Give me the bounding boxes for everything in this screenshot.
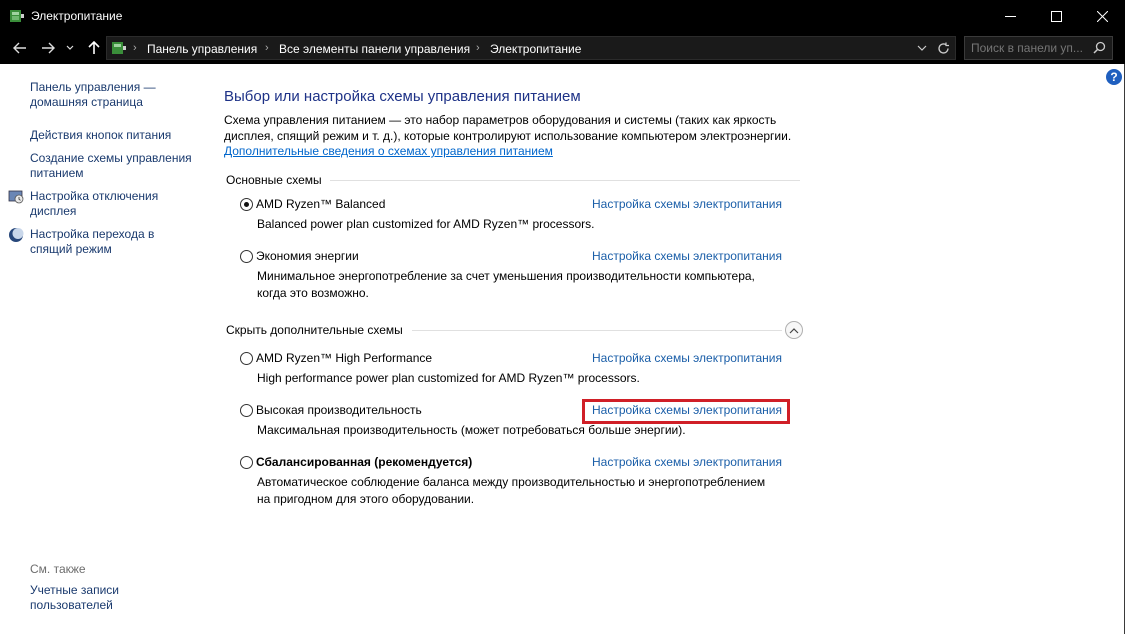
plan-radio-power-saver[interactable]: [240, 250, 253, 263]
up-button[interactable]: [84, 39, 104, 57]
chevron-up-icon: [789, 327, 799, 333]
arrow-left-icon: [13, 42, 26, 54]
close-icon: [1096, 10, 1108, 22]
sidebar-link-label: Настройка перехода в: [30, 227, 155, 241]
plan-radio-balanced-recommended[interactable]: [240, 456, 253, 469]
sidebar-link-label: Создание схемы управления: [30, 151, 192, 165]
refresh-icon[interactable]: [937, 42, 950, 55]
sidebar-link-label: пользователей: [30, 598, 113, 612]
section-primary-plans: Основные схемы: [226, 173, 322, 187]
section-divider: [330, 180, 800, 181]
breadcrumb-power-options[interactable]: Электропитание: [490, 42, 581, 56]
sidebar-link-label: питанием: [30, 166, 84, 180]
plan-description: Минимальное энергопотребление за счет ум…: [257, 268, 787, 302]
search-icon[interactable]: [1093, 41, 1106, 54]
title-bar: Электропитание: [0, 0, 1125, 32]
breadcrumb-control-panel[interactable]: Панель управления: [147, 42, 257, 56]
plan-settings-link-amd-high-performance[interactable]: Настройка схемы электропитания: [592, 351, 782, 365]
sidebar-link-power-buttons[interactable]: Действия кнопок питания: [30, 128, 171, 143]
arrow-up-icon: [88, 41, 100, 54]
plan-settings-link-power-saver[interactable]: Настройка схемы электропитания: [592, 249, 782, 263]
window-title: Электропитание: [31, 9, 123, 23]
chevron-down-icon: [66, 45, 74, 50]
plan-description: Balanced power plan customized for AMD R…: [257, 216, 787, 233]
section-additional-plans[interactable]: Скрыть дополнительные схемы: [226, 323, 403, 337]
breadcrumb-separator-icon: ›: [265, 42, 269, 54]
plan-description-line: Максимальная производительность (может п…: [257, 423, 686, 437]
help-icon[interactable]: ?: [1106, 69, 1122, 85]
plan-radio-high-performance[interactable]: [240, 404, 253, 417]
sidebar-link-label: спящий режим: [30, 242, 112, 256]
plan-description-line: High performance power plan customized f…: [257, 371, 640, 385]
power-options-icon: [10, 10, 24, 22]
sidebar-link-sleep[interactable]: Настройка перехода в спящий режим: [30, 227, 154, 257]
page-description: Схема управления питанием — это набор па…: [224, 112, 814, 144]
minimize-icon: [1004, 15, 1016, 17]
sidebar-link-create-plan[interactable]: Создание схемы управления питанием: [30, 151, 192, 181]
control-panel-icon: [112, 42, 126, 54]
search-box[interactable]: [964, 36, 1113, 60]
plan-description: Автоматическое соблюдение баланса между …: [257, 474, 787, 508]
plan-name-high-performance[interactable]: Высокая производительность: [256, 403, 422, 417]
sidebar-link-label: Учетные записи: [30, 583, 119, 597]
chevron-down-icon[interactable]: [917, 45, 927, 52]
plan-name-balanced-recommended[interactable]: Сбалансированная (рекомендуется): [256, 455, 472, 469]
see-also-heading: См. также: [30, 562, 86, 576]
plan-description-line: Автоматическое соблюдение баланса между …: [257, 475, 766, 489]
moon-icon: [9, 228, 24, 242]
plan-name-amd-high-performance[interactable]: AMD Ryzen™ High Performance: [256, 351, 432, 365]
sidebar-link-user-accounts[interactable]: Учетные записи пользователей: [30, 583, 119, 613]
plan-radio-amd-balanced[interactable]: [240, 198, 253, 211]
sidebar-link-label: Действия кнопок питания: [30, 128, 172, 142]
breadcrumb-separator-icon: ›: [476, 42, 480, 54]
back-button[interactable]: [10, 39, 30, 57]
sidebar-link-home[interactable]: Панель управления — домашняя страница: [30, 80, 156, 110]
section-divider: [412, 330, 782, 331]
arrow-right-icon: [42, 42, 55, 54]
highlight-box: [582, 399, 790, 424]
sidebar-link-label: домашняя страница: [30, 95, 143, 109]
display-icon: [8, 190, 24, 204]
breadcrumb-separator-icon: ›: [133, 42, 137, 54]
plan-description-line: Минимальное энергопотребление за счет ум…: [257, 269, 755, 283]
minimize-button[interactable]: [987, 0, 1033, 32]
breadcrumb-all-items[interactable]: Все элементы панели управления: [279, 42, 470, 56]
plan-settings-link-balanced-recommended[interactable]: Настройка схемы электропитания: [592, 455, 782, 469]
sidebar-link-label: Панель управления —: [30, 80, 156, 94]
plan-name-power-saver[interactable]: Экономия энергии: [256, 249, 359, 263]
maximize-button[interactable]: [1033, 0, 1079, 32]
description-line: дисплея, спящий режим и т. д.), которые …: [224, 129, 792, 143]
plan-name-amd-balanced[interactable]: AMD Ryzen™ Balanced: [256, 197, 385, 211]
sidebar-link-label: дисплея: [30, 204, 77, 218]
plan-description: High performance power plan customized f…: [257, 370, 787, 387]
forward-button[interactable]: [38, 39, 58, 57]
address-bar[interactable]: › Панель управления › Все элементы панел…: [106, 36, 956, 60]
search-input[interactable]: [971, 40, 1089, 56]
description-line: Схема управления питанием — это набор па…: [224, 113, 777, 127]
sidebar-link-display-off[interactable]: Настройка отключения дисплея: [30, 189, 158, 219]
plan-description: Максимальная производительность (может п…: [257, 422, 787, 439]
collapse-button[interactable]: [785, 321, 803, 339]
more-info-link[interactable]: Дополнительные сведения о схемах управле…: [224, 144, 553, 158]
maximize-icon: [1050, 10, 1062, 22]
plan-radio-amd-high-performance[interactable]: [240, 352, 253, 365]
plan-description-line: когда это возможно.: [257, 286, 369, 300]
page-title: Выбор или настройка схемы управления пит…: [224, 88, 581, 105]
close-button[interactable]: [1079, 0, 1125, 32]
plan-description-line: Balanced power plan customized for AMD R…: [257, 217, 595, 231]
recent-locations-button[interactable]: [64, 39, 76, 57]
sidebar-link-label: Настройка отключения: [30, 189, 159, 203]
plan-settings-link-amd-balanced[interactable]: Настройка схемы электропитания: [592, 197, 782, 211]
plan-description-line: на пригодном для этого оборудовании.: [257, 492, 475, 506]
